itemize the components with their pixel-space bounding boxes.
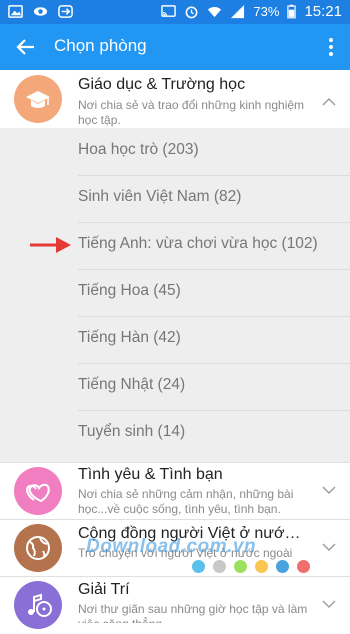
- list-item[interactable]: Tiếng Anh: vừa chơi vừa học (102): [78, 222, 350, 270]
- room-name: Tuyển sinh (14): [78, 423, 186, 440]
- chevron-up-icon[interactable]: [322, 96, 336, 106]
- watermark-text: Download.com.vn: [86, 536, 257, 557]
- chevron-down-icon[interactable]: [322, 599, 336, 609]
- category-love-friendship[interactable]: Tình yêu & Tình bạn Nơi chia sẻ những cả…: [0, 462, 350, 519]
- list-item[interactable]: Tiếng Hàn (42): [78, 316, 350, 364]
- list-item[interactable]: Tuyển sinh (14): [78, 410, 350, 457]
- chevron-down-icon[interactable]: [322, 542, 336, 552]
- cast-icon: [161, 5, 177, 17]
- category-education[interactable]: Giáo dục & Trường học Nơi chia sẻ và tra…: [0, 70, 350, 128]
- category-description: Nơi thư giãn sau những giờ học tập và là…: [78, 602, 308, 623]
- category-description: Nơi chia sẻ những cảm nhận, những bài họ…: [78, 487, 294, 516]
- watermark-dots: [192, 560, 310, 573]
- page-title: Chọn phòng: [54, 36, 147, 55]
- room-name: Tiếng Hoa (45): [78, 282, 181, 299]
- room-name: Hoa học trò (203): [78, 141, 199, 158]
- watermark-dot: [297, 560, 310, 573]
- list-item[interactable]: Hoa học trò (203): [78, 128, 350, 176]
- list-item[interactable]: Sinh viên Việt Nam (82): [78, 175, 350, 223]
- room-list: Hoa học trò (203) Sinh viên Việt Nam (82…: [0, 128, 350, 462]
- wifi-icon: [208, 6, 222, 18]
- clock: 15:21: [304, 3, 342, 20]
- watermark-dot: [234, 560, 247, 573]
- room-name: Sinh viên Việt Nam (82): [78, 188, 242, 205]
- list-item[interactable]: Tiếng Hoa (45): [78, 269, 350, 317]
- category-description: Nơi chia sẻ và trao đổi những kinh nghiệ…: [78, 98, 305, 127]
- category-title: Tình yêu & Tình bạn: [78, 466, 223, 483]
- red-arrow-icon: [30, 237, 71, 253]
- status-left-icons: [8, 4, 73, 19]
- arrow-left-icon[interactable]: [14, 35, 38, 59]
- gallery-icon: [8, 5, 23, 18]
- battery-icon: [287, 4, 297, 19]
- graduation-cap-icon: [14, 75, 62, 123]
- eye-icon: [33, 7, 48, 16]
- category-entertainment[interactable]: Giải Trí Nơi thư giãn sau những giờ học …: [0, 576, 350, 629]
- battery-percent: 73%: [253, 4, 280, 19]
- room-name: Tiếng Hàn (42): [78, 329, 181, 346]
- hearts-icon: [14, 467, 62, 515]
- status-bar: 73% 15:21: [0, 0, 350, 24]
- room-name: Tiếng Nhật (24): [78, 376, 186, 393]
- link-icon: [58, 5, 73, 18]
- category-title: Giáo dục & Trường học: [78, 76, 246, 93]
- watermark-dot: [213, 560, 226, 573]
- watermark-dot: [276, 560, 289, 573]
- watermark-dot: [255, 560, 268, 573]
- alarm-icon: [186, 6, 198, 19]
- signal-icon: [231, 4, 245, 19]
- watermark-dot: [192, 560, 205, 573]
- globe-icon: [14, 524, 62, 572]
- room-name: Tiếng Anh: vừa chơi vừa học (102): [78, 235, 318, 252]
- status-right: 73% 15:21: [161, 3, 342, 20]
- chevron-down-icon[interactable]: [322, 485, 336, 495]
- app-bar: Chọn phòng: [0, 24, 350, 70]
- more-vert-icon[interactable]: [328, 38, 334, 58]
- list-item[interactable]: Tiếng Nhật (24): [78, 363, 350, 411]
- category-title: Giải Trí: [78, 581, 130, 598]
